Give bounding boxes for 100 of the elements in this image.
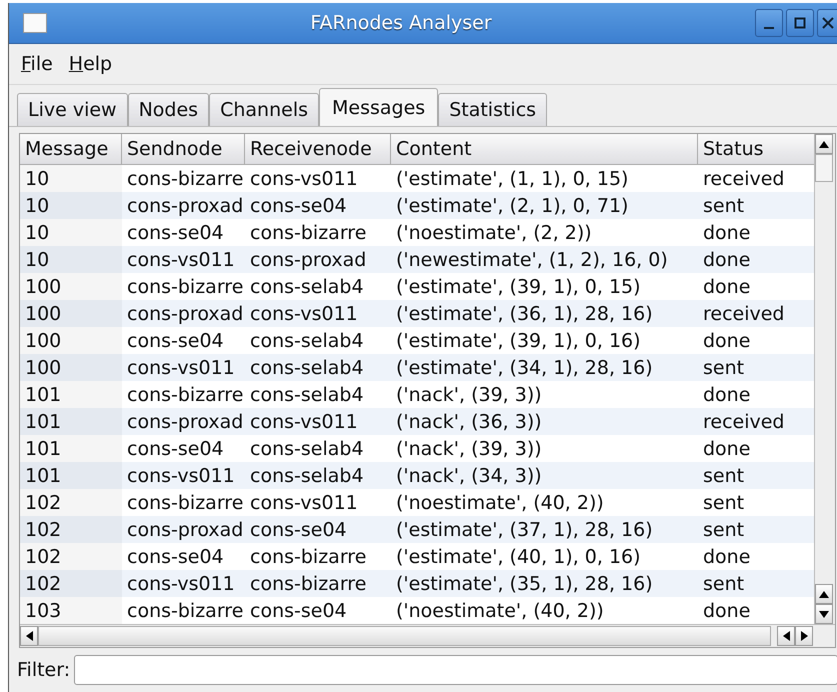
scroll-up-button[interactable]	[815, 134, 834, 154]
close-button[interactable]	[817, 9, 837, 37]
table-cell: 100	[20, 300, 122, 327]
window-title: FARnodes Analyser	[309, 12, 493, 34]
scrollbar-thumb[interactable]	[38, 626, 771, 646]
table-cell-text: cons-se04	[126, 544, 225, 570]
table-cell-text: ('estimate', (39, 1), 0, 15)	[395, 274, 642, 300]
table-cell-text: ('nack', (39, 3))	[395, 382, 543, 408]
table-cell-text: cons-proxad	[126, 302, 244, 326]
table-cell-text: cons-vs011	[126, 464, 236, 488]
table-cell: 10	[20, 219, 122, 246]
table-cell-text: cons-se04	[249, 518, 348, 542]
table-cell-text: cons-se04	[249, 598, 348, 624]
table-cell-text: ('estimate', (34, 1), 28, 16)	[395, 356, 654, 380]
table-cell-text: sent	[702, 572, 746, 596]
table-cell-text: ('noestimate', (2, 2))	[395, 220, 593, 246]
table-cell-text: done	[702, 274, 752, 300]
filter-label: Filter:	[17, 659, 70, 681]
table-cell: 100	[20, 327, 122, 354]
table-cell-text: done	[702, 382, 752, 408]
table-cell-text: cons-selab4	[249, 356, 365, 380]
table-cell: 10	[20, 246, 122, 273]
table-cell-text: cons-proxad	[126, 194, 244, 218]
table-cell-text: ('noestimate', (40, 2))	[395, 598, 605, 624]
left-arrow-icon	[26, 631, 32, 641]
table-cell: 10	[20, 192, 122, 219]
table-cell: 100	[20, 354, 122, 381]
scroll-right-button[interactable]	[795, 626, 813, 646]
table-cell-text: cons-proxad	[249, 248, 368, 272]
table-cell-text: ('estimate', (36, 1), 28, 16)	[395, 302, 654, 326]
table-cell: 10	[20, 165, 122, 192]
table-cell-text: done	[702, 598, 752, 624]
table-cell-text: cons-vs011	[249, 166, 359, 192]
maximize-button[interactable]	[786, 9, 814, 37]
left-arrow-icon	[782, 631, 790, 641]
table-cell-text: ('nack', (36, 3))	[395, 410, 543, 434]
scroll-left-button[interactable]	[777, 626, 795, 646]
table-cell-text: sent	[702, 490, 746, 516]
table-cell: 103	[20, 597, 122, 624]
table-cell-text: cons-se04	[249, 194, 348, 218]
table-cell-text: done	[702, 436, 752, 462]
column-header[interactable]: Sendnode	[122, 134, 245, 164]
table-cell-text: done	[702, 328, 752, 354]
table-cell-text: cons-vs011	[126, 572, 236, 596]
menu-item[interactable]: Help	[62, 51, 118, 77]
tab[interactable]: Statistics	[438, 93, 548, 126]
scroll-down-button[interactable]	[815, 604, 834, 624]
table-cell-text: cons-se04	[126, 328, 225, 354]
scroll-left-button[interactable]	[20, 626, 38, 646]
down-arrow-icon	[819, 610, 830, 618]
filter-field[interactable]	[74, 655, 837, 685]
table-cell-text: ('noestimate', (40, 2))	[395, 490, 605, 516]
table-cell-text: done	[702, 544, 752, 570]
table-cell-text: cons-bizarre	[249, 544, 368, 570]
table-cell-text: ('estimate', (2, 1), 0, 71)	[395, 194, 630, 218]
table-cell: 100	[20, 273, 122, 300]
table-cell-text: cons-se04	[126, 220, 225, 246]
column-header[interactable]: Receivenode	[245, 134, 391, 164]
table-cell: 102	[20, 570, 122, 597]
table-cell-text: cons-vs011	[249, 302, 359, 326]
table-cell-text: ('estimate', (35, 1), 28, 16)	[395, 572, 654, 596]
table-cell-text: done	[702, 248, 752, 272]
table-cell-text: cons-vs011	[126, 248, 236, 272]
close-icon	[822, 17, 834, 29]
table-cell-text: sent	[702, 518, 746, 542]
table-cell-text: cons-se04	[126, 436, 225, 462]
table-cell-text: cons-selab4	[249, 382, 365, 408]
table-cell-text: cons-bizarre	[249, 572, 368, 596]
table-cell-text: received	[702, 410, 786, 434]
column-header[interactable]: Content	[391, 134, 698, 164]
table-cell: 102	[20, 489, 122, 516]
scrollbar-thumb[interactable]	[815, 154, 834, 182]
table-cell-text: done	[702, 220, 752, 246]
tab[interactable]: Live view	[17, 93, 128, 126]
column-header[interactable]: Message	[20, 134, 122, 164]
app-icon	[23, 13, 47, 33]
table-cell-text: ('estimate', (37, 1), 28, 16)	[395, 518, 654, 542]
table-cell-text: cons-selab4	[249, 464, 365, 488]
table-cell-text: cons-vs011	[249, 410, 359, 434]
up-arrow-icon	[819, 140, 830, 148]
minimize-button[interactable]	[755, 9, 783, 37]
table-cell-text: sent	[702, 356, 746, 380]
menu-item[interactable]: File	[15, 51, 59, 77]
tab[interactable]: Nodes	[128, 93, 210, 126]
table-cell-text: cons-bizarre	[126, 490, 244, 516]
maximize-icon	[794, 17, 806, 29]
table-cell: 102	[20, 516, 122, 543]
tab[interactable]: Channels	[209, 93, 319, 126]
table-cell: 101	[20, 462, 122, 489]
scroll-up-button[interactable]	[815, 584, 834, 604]
table-cell-text: cons-bizarre	[126, 382, 244, 408]
table-cell: 101	[20, 435, 122, 462]
table-cell-text: cons-bizarre	[126, 274, 244, 300]
table-cell-text: ('estimate', (39, 1), 0, 16)	[395, 328, 642, 354]
table-cell-text: cons-selab4	[249, 436, 365, 462]
table-cell-text: cons-vs011	[249, 490, 359, 516]
table-cell: 102	[20, 543, 122, 570]
table-cell-text: received	[702, 166, 786, 192]
table-cell: 101	[20, 381, 122, 408]
tab[interactable]: Messages	[319, 88, 438, 126]
